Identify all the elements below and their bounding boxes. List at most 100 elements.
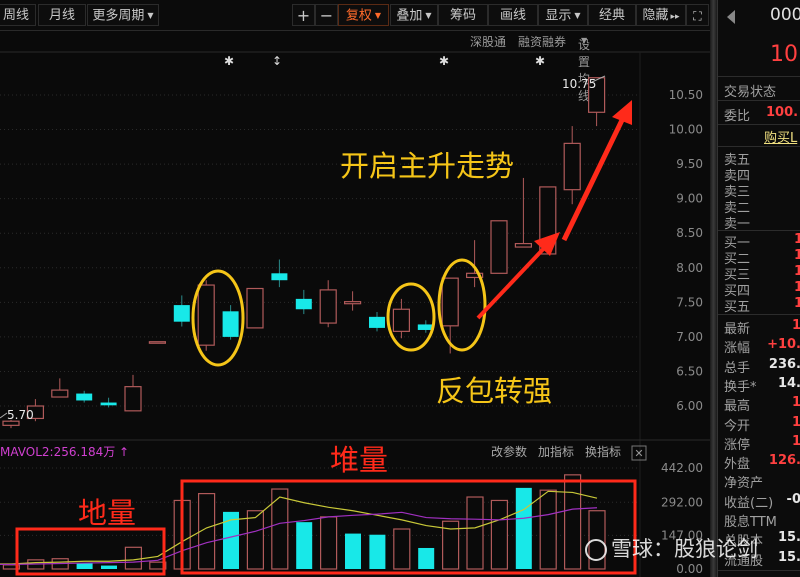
ratio-label: 委比 [724, 109, 751, 124]
buy-level-value: 1 [794, 264, 800, 279]
y-tick-label: 6.00 [676, 399, 703, 413]
candle-body [173, 305, 190, 322]
candle-body [369, 316, 385, 328]
stat-label: 净资产 [724, 476, 764, 492]
candle-body [392, 308, 410, 332]
switch-indicator-button[interactable]: 换指标 [585, 444, 621, 459]
candle-body [100, 402, 117, 406]
divider [718, 76, 800, 77]
quote-panel: 0001 10. 交易状态 委比 100. 购买L 卖五卖四卖三卖二卖一 买一1… [717, 0, 800, 577]
annotation-main-rise: 开启主升走势 [340, 149, 515, 183]
stat-value: 1 [791, 433, 800, 449]
xueqiu-logo-icon [585, 539, 607, 561]
y-tick-label: 9.50 [676, 157, 703, 171]
y-tick-label: 7.50 [676, 295, 703, 309]
y-tick-label: 9.00 [676, 192, 703, 206]
buy-level-label: 买五 [724, 300, 751, 315]
candle-body [563, 142, 581, 191]
candle-body [124, 386, 142, 412]
candle-body [271, 273, 288, 281]
y-tick-label: 6.50 [676, 364, 703, 378]
volume-bar [490, 499, 508, 570]
divider [718, 146, 800, 147]
candle-body [76, 393, 93, 401]
volume-bar [563, 474, 582, 570]
candle-body [319, 289, 337, 324]
volume-bar [418, 547, 435, 569]
trade-status-label: 交易状态 [724, 85, 777, 100]
stat-value: 15. [777, 530, 800, 546]
watermark-text: 雪球：股狼论剑 [611, 537, 758, 561]
low-label-leader [0, 412, 8, 419]
candle-body [197, 284, 215, 346]
candle-body [222, 311, 239, 337]
stat-value: 15. [777, 549, 800, 565]
stat-value: 1 [791, 414, 800, 430]
stat-label: 今开 [724, 418, 751, 434]
divider [718, 100, 800, 101]
high-price-label: 10.75 [562, 77, 596, 91]
volume-bar [101, 565, 117, 569]
candle-body [295, 298, 312, 310]
stock-code: 0001 [770, 5, 800, 25]
event-marker[interactable]: ✱ [535, 54, 545, 68]
panel-splitter[interactable] [710, 0, 717, 577]
stat-label: 最新 [724, 322, 751, 337]
candle-body [514, 242, 533, 248]
y-tick-label: 10.50 [669, 88, 703, 102]
volume-bar [539, 489, 557, 570]
stat-value: 14. [777, 375, 800, 391]
stat-label: 收益(二) [724, 495, 774, 511]
volume-bar [369, 534, 386, 569]
event-marker[interactable]: ↕ [272, 54, 282, 68]
volume-bar [466, 496, 484, 570]
y-tick-label: 442.00 [661, 461, 703, 475]
stat-value: -0 [786, 491, 800, 507]
candle-body [490, 220, 508, 274]
volume-bar [76, 563, 93, 569]
mavol-label: MAVOL2:256.184万 ↑ [0, 445, 129, 459]
candle-body [246, 287, 264, 329]
ratio-value: 100. [766, 105, 799, 120]
edit-params-button[interactable]: 改参数 [491, 444, 527, 459]
y-tick-label: 8.50 [676, 226, 703, 240]
stat-value: 236. [768, 356, 800, 372]
y-tick-label: 292.00 [661, 495, 703, 509]
low-price-label: 5.70 [7, 408, 34, 422]
stat-label: 总手 [724, 360, 751, 376]
watermark: 雪球：股狼论剑 [585, 533, 758, 563]
candle-body [344, 301, 362, 305]
candle-body [51, 389, 69, 398]
divider [718, 314, 800, 315]
y-tick-label: 0.00 [676, 562, 703, 576]
volume-bar [320, 516, 338, 570]
stat-value: 1 [791, 318, 800, 333]
volume-bar [296, 522, 313, 569]
annotation-ground-volume: 地量 [78, 496, 137, 530]
buy-level-value: 1 [794, 248, 800, 263]
y-tick-label: 8.00 [676, 261, 703, 275]
volume-bar [124, 546, 143, 570]
divider [718, 230, 800, 231]
event-marker[interactable]: ✱ [439, 54, 449, 68]
buy-level-value: 1 [794, 232, 800, 247]
collapse-left-icon[interactable] [727, 10, 735, 24]
volume-bar [345, 533, 361, 569]
add-indicator-button[interactable]: 加指标 [538, 444, 574, 459]
annotation-heap-volume: 堆量 [330, 443, 389, 477]
current-price: 10. [770, 42, 800, 67]
candle-body [441, 277, 459, 327]
stat-label: 外盘 [724, 457, 751, 473]
buy-link[interactable]: 购买L [764, 127, 797, 146]
annotation-reverse-engulf: 反包转强 [436, 374, 553, 408]
event-marker[interactable]: ✱ [224, 54, 234, 68]
volume-bar [393, 528, 411, 570]
stat-label: 涨停 [724, 437, 751, 453]
volume-bar [246, 510, 264, 570]
stat-label: 涨幅 [724, 341, 751, 357]
candle-body [148, 341, 166, 344]
buy-level-value: 1 [794, 280, 800, 295]
stat-value: 1 [791, 395, 800, 411]
y-tick-label: 7.00 [676, 330, 703, 344]
stat-label: 股息TTM [724, 515, 777, 530]
